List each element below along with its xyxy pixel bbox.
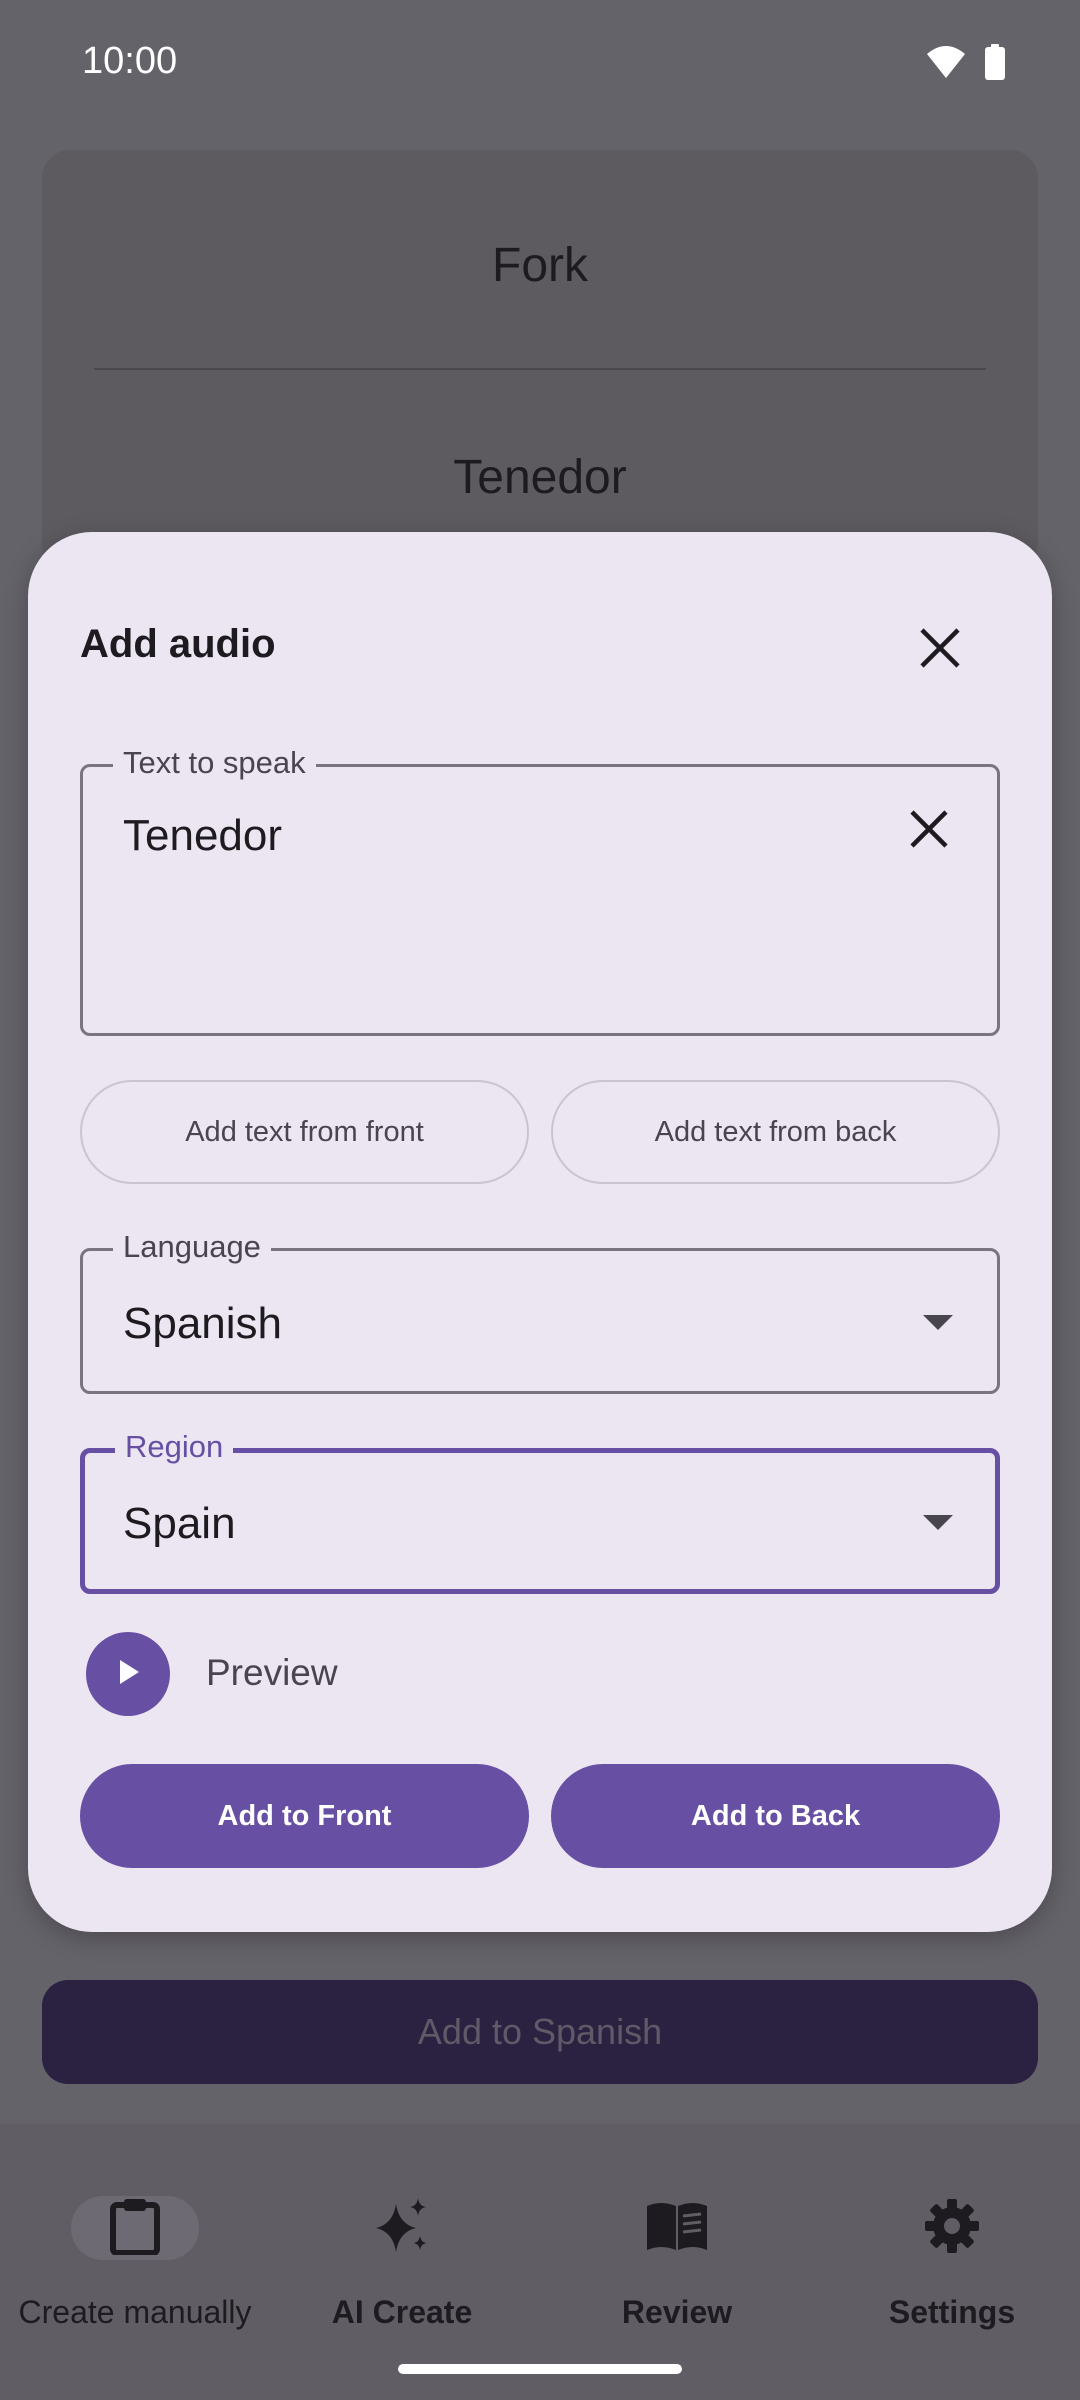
nav-settings[interactable]: Settings <box>817 2164 1080 2330</box>
clear-text-button[interactable] <box>901 803 957 859</box>
play-icon <box>115 1658 141 1691</box>
status-bar: 10:00 <box>0 0 1080 128</box>
language-label: Language <box>113 1227 271 1267</box>
nav-label: AI Create <box>331 2294 473 2330</box>
language-select[interactable]: Language Spanish <box>80 1227 1000 1394</box>
preview-label: Preview <box>206 1652 338 1693</box>
flashcard-front-text: Fork <box>492 239 588 292</box>
flashcard-preview: Fork Tenedor <box>42 150 1038 570</box>
clipboard-icon <box>109 2197 161 2260</box>
preview-play-button[interactable] <box>86 1632 170 1716</box>
book-icon <box>645 2200 709 2257</box>
nav-label: Review <box>621 2294 733 2330</box>
add-to-deck-button: Add to Spanish <box>42 1980 1038 2084</box>
wifi-icon <box>926 44 966 85</box>
add-text-from-front-button[interactable]: Add text from front <box>80 1080 529 1184</box>
add-to-back-button[interactable]: Add to Back <box>551 1764 1000 1868</box>
text-to-speak-field[interactable]: Text to speak Tenedor <box>80 743 1000 1036</box>
battery-icon <box>984 44 1006 85</box>
close-dialog-button[interactable] <box>910 620 970 680</box>
language-value: Spanish <box>123 1299 283 1348</box>
dropdown-arrow-icon <box>923 1515 953 1530</box>
bottom-navigation: Create manually AI Create Review Setting… <box>0 2124 1080 2400</box>
add-audio-dialog: Add audio Text to speak Tenedor Add text… <box>28 532 1052 1932</box>
flashcard-divider <box>94 368 986 370</box>
nav-label: Create manually <box>18 2294 252 2330</box>
status-icons <box>926 44 1006 85</box>
nav-create-manually[interactable]: Create manually <box>0 2164 270 2330</box>
status-time: 10:00 <box>82 40 178 82</box>
dropdown-arrow-icon <box>923 1315 953 1330</box>
nav-review[interactable]: Review <box>542 2164 812 2330</box>
region-select[interactable]: Region Spain <box>80 1427 1000 1594</box>
text-to-speak-label: Text to speak <box>113 743 316 783</box>
text-to-speak-input[interactable]: Tenedor <box>123 811 282 861</box>
nav-label: Settings <box>888 2294 1016 2330</box>
close-icon <box>919 627 961 674</box>
nav-ai-create[interactable]: AI Create <box>267 2164 537 2330</box>
clear-icon <box>909 809 949 854</box>
home-indicator[interactable] <box>398 2364 682 2374</box>
flashcard-back-text: Tenedor <box>453 451 627 504</box>
dialog-title: Add audio <box>80 622 276 666</box>
add-text-from-back-button[interactable]: Add text from back <box>551 1080 1000 1184</box>
region-value: Spain <box>123 1499 236 1548</box>
add-to-front-button[interactable]: Add to Front <box>80 1764 529 1868</box>
region-label: Region <box>115 1427 234 1467</box>
nav-active-indicator <box>71 2196 199 2260</box>
sparkle-icon <box>372 2196 432 2261</box>
gear-icon <box>924 2198 980 2259</box>
